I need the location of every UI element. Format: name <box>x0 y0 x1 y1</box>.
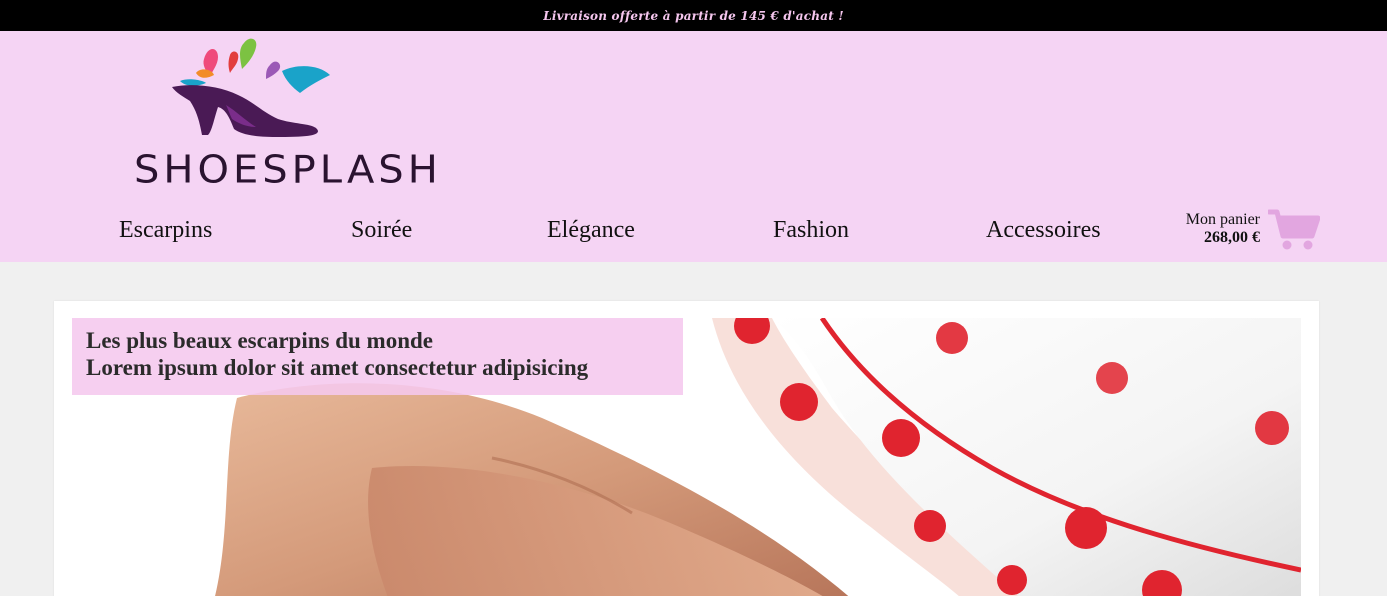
hero-title: Les plus beaux escarpins du monde <box>86 328 433 353</box>
nav-item-fashion[interactable]: Fashion <box>773 217 849 247</box>
site-header: SHOESPLASH Escarpins Soirée Elégance Fas… <box>0 31 1387 262</box>
hero-caption: Les plus beaux escarpins du monde Lorem … <box>72 318 683 395</box>
cart-button[interactable]: Mon panier 268,00 € <box>1170 209 1330 253</box>
nav-item-elegance[interactable]: Elégance <box>547 217 635 247</box>
hero-banner[interactable]: Les plus beaux escarpins du monde Lorem … <box>72 318 1301 596</box>
shopping-cart-icon[interactable] <box>1268 209 1320 251</box>
hero-card: Les plus beaux escarpins du monde Lorem … <box>54 301 1319 596</box>
nav-item-accessoires[interactable]: Accessoires <box>986 217 1101 247</box>
cart-label: Mon panier <box>1185 211 1260 228</box>
hero-subtitle: Lorem ipsum dolor sit amet consectetur a… <box>86 355 589 380</box>
cart-total: 268,00 € <box>1204 229 1260 246</box>
nav-item-escarpins[interactable]: Escarpins <box>119 217 212 247</box>
brand-logo[interactable]: SHOESPLASH <box>130 35 438 195</box>
brand-name: SHOESPLASH <box>134 148 442 192</box>
promo-text: Livraison offerte à partir de 145 € d'ac… <box>543 8 844 23</box>
promo-bar: Livraison offerte à partir de 145 € d'ac… <box>0 0 1387 31</box>
nav-item-soiree[interactable]: Soirée <box>351 217 412 247</box>
shoe-splash-logo-icon <box>172 38 330 137</box>
